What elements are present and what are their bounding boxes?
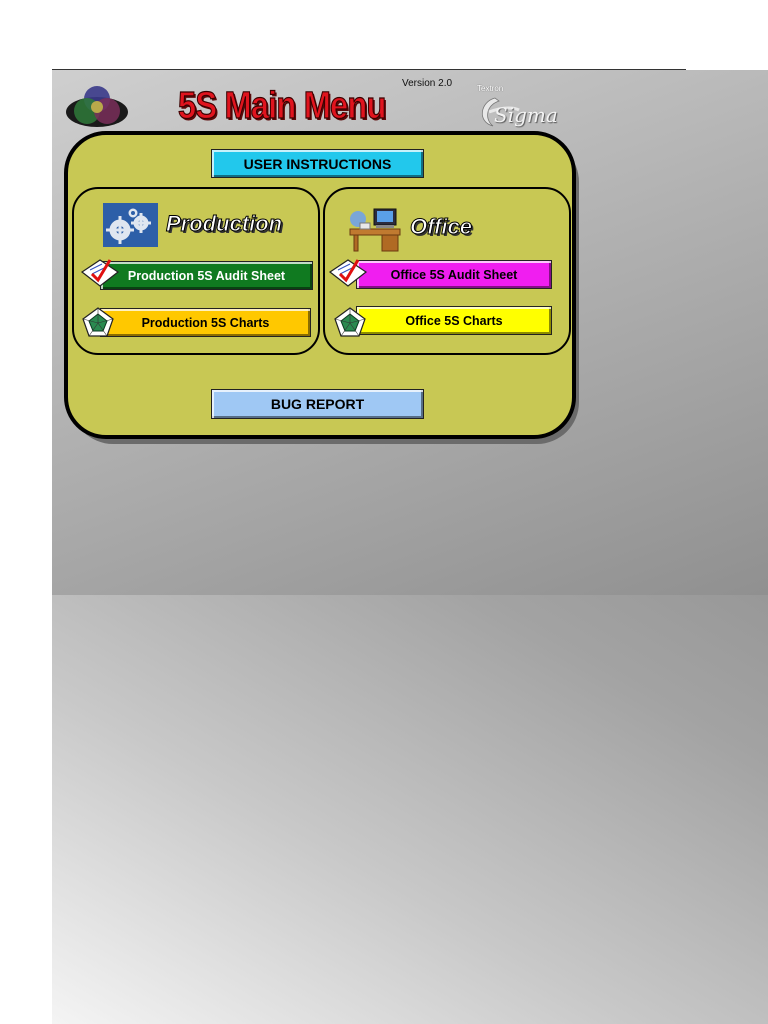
production-charts-button[interactable]: Production 5S Charts xyxy=(100,308,311,337)
audit-checklist-icon[interactable] xyxy=(328,256,368,288)
brand-label: Sigma xyxy=(494,103,558,127)
background-lower xyxy=(52,595,768,1024)
audit-checklist-icon[interactable] xyxy=(80,256,120,288)
page-title: 5S Main Menu xyxy=(177,84,386,127)
office-title: Office xyxy=(410,214,473,240)
venn-diagram-icon xyxy=(66,86,128,127)
production-audit-sheet-button[interactable]: Production 5S Audit Sheet xyxy=(100,261,313,290)
gears-icon xyxy=(103,203,158,247)
top-border-line xyxy=(52,69,686,70)
pentagon-chart-icon[interactable] xyxy=(333,306,367,338)
user-instructions-button[interactable]: USER INSTRUCTIONS xyxy=(211,149,424,178)
production-title: Production xyxy=(165,211,283,237)
office-desk-icon xyxy=(349,208,401,252)
version-label: Version 2.0 xyxy=(402,78,453,89)
office-charts-button[interactable]: Office 5S Charts xyxy=(356,306,552,335)
brand-small-label: Textron xyxy=(477,84,504,93)
office-audit-sheet-button[interactable]: Office 5S Audit Sheet xyxy=(356,260,552,289)
pentagon-chart-icon[interactable] xyxy=(81,306,115,338)
bug-report-button[interactable]: BUG REPORT xyxy=(211,389,424,419)
